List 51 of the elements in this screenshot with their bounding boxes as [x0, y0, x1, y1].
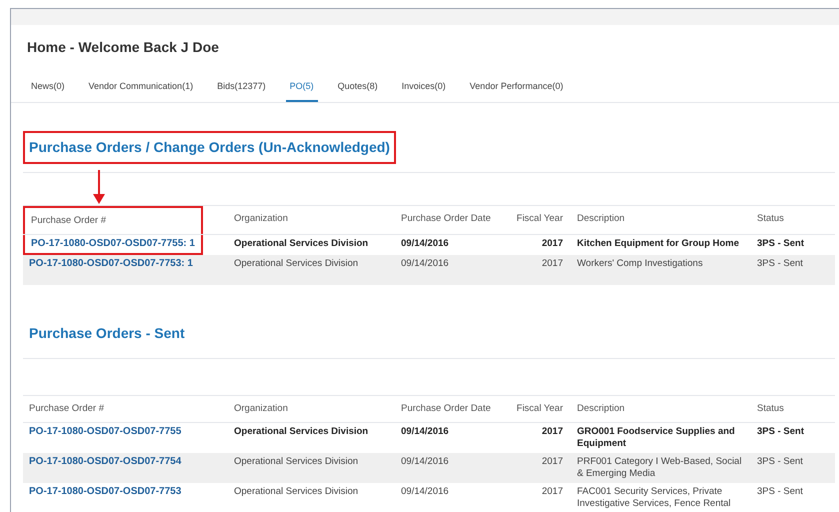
po-number-link[interactable]: PO-17-1080-OSD07-OSD07-7753: 1 [23, 254, 228, 273]
description-cell-text: PRF001 Category I Web-Based, Social & Emerging Media [576, 455, 743, 481]
date-cell-text: 09/14/2016 [400, 236, 450, 251]
column-header: Fiscal Year [516, 212, 564, 226]
tab[interactable]: Quotes(8) [334, 74, 382, 102]
column-header: Purchase Order Date [400, 212, 492, 226]
po-number-link[interactable]: PO-17-1080-OSD07-OSD07-7754 [23, 453, 228, 483]
column-header: Status [756, 402, 785, 416]
description-cell-text: GRO001 Foodservice Supplies and Equipment [576, 425, 736, 451]
page-title: Home - Welcome Back J Doe [27, 38, 220, 57]
tab[interactable]: Invoices(0) [398, 74, 450, 102]
organization-cell-text: Operational Services Division [233, 455, 360, 469]
column-header: Fiscal Year [516, 402, 564, 416]
fiscal-year-cell-text: 2017 [540, 425, 564, 439]
tab[interactable]: Vendor Communication(1) [84, 74, 198, 102]
status-cell-text: 3PS - Sent [756, 425, 805, 439]
column-header: Purchase Order Date [400, 402, 492, 416]
organization-cell-text: Operational Services Division [233, 425, 370, 439]
section-title: Purchase Orders - Sent [28, 324, 186, 343]
status-cell-text: 3PS - Sent [756, 256, 804, 271]
fiscal-year-cell-text: 2017 [540, 455, 564, 469]
fiscal-year-cell-text: 2017 [540, 485, 564, 499]
status-cell-text: 3PS - Sent [756, 455, 804, 469]
date-cell-text: 09/14/2016 [400, 425, 450, 439]
fiscal-year-cell-text: 2017 [540, 256, 564, 271]
column-header: Description [576, 402, 626, 416]
callout-arrow-icon [93, 170, 105, 204]
tab[interactable]: Vendor Performance(0) [466, 74, 568, 102]
po-number-link[interactable]: PO-17-1080-OSD07-OSD07-7753 [23, 483, 228, 512]
tab[interactable]: News(0) [27, 74, 69, 102]
organization-cell-text: Operational Services Division [233, 485, 360, 499]
fiscal-year-cell-text: 2017 [540, 236, 564, 251]
tab[interactable]: PO(5) [286, 74, 318, 102]
column-header: Status [756, 212, 785, 226]
description-cell-text: FAC001 Security Services, Private Investigative Services, Fence Rental [576, 485, 732, 511]
section-title: Purchase Orders / Change Orders (Un-Acknowledged) [23, 130, 396, 164]
description-cell-text: Workers' Comp Investigations [576, 256, 704, 271]
status-cell-text: 3PS - Sent [756, 236, 805, 251]
date-cell-text: 09/14/2016 [400, 485, 450, 499]
po-number-link[interactable]: PO-17-1080-OSD07-OSD07-7755 [23, 423, 228, 453]
date-cell-text: 09/14/2016 [400, 256, 450, 271]
column-header: Organization [233, 402, 289, 416]
description-cell-text: Kitchen Equipment for Group Home [576, 236, 740, 251]
date-cell-text: 09/14/2016 [400, 455, 450, 469]
column-header: Organization [233, 212, 289, 226]
organization-cell-text: Operational Services Division [233, 236, 370, 251]
column-header: Description [576, 212, 626, 226]
tab[interactable]: Bids(12377) [213, 74, 270, 102]
column-header: Purchase Order # [28, 402, 105, 416]
status-cell-text: 3PS - Sent [756, 485, 804, 499]
organization-cell-text: Operational Services Division [233, 256, 360, 271]
